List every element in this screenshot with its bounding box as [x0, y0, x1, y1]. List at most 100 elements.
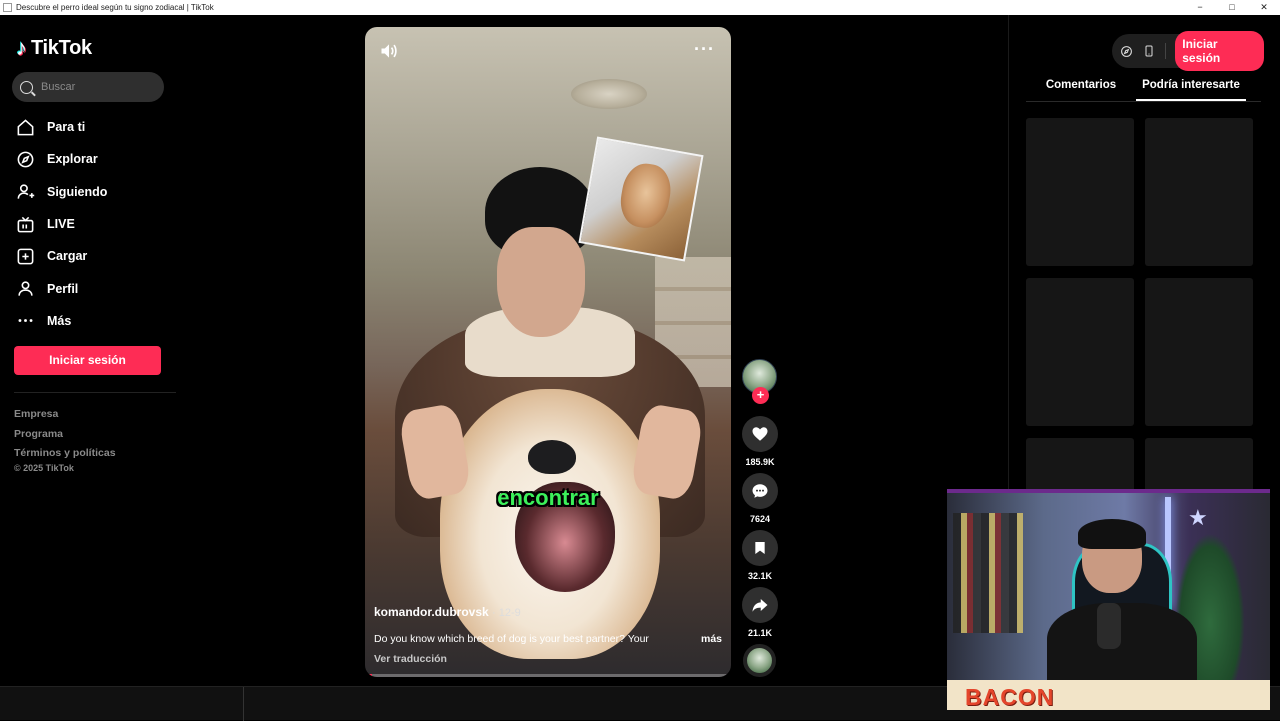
window-titlebar: Descubre el perro ideal según tu signo z… [0, 0, 1280, 15]
webcam-banner-text: BACON [965, 684, 1055, 710]
sidebar-divider [14, 392, 176, 393]
webcam-person-hair [1078, 519, 1146, 549]
nav-label: Explorar [47, 152, 98, 167]
following-icon [17, 184, 35, 199]
video-progress-bar[interactable] [365, 674, 731, 677]
share-icon [752, 599, 768, 612]
tiktok-logo[interactable]: ♪ TikTok [16, 35, 92, 61]
panel-tabs: Comentarios Podría interesarte [1026, 71, 1246, 101]
top-controls: Iniciar sesión [1112, 31, 1264, 71]
follow-plus-icon[interactable]: + [752, 387, 769, 404]
brand-name: TikTok [31, 36, 92, 59]
minimize-button[interactable]: − [1184, 0, 1216, 15]
like-action[interactable]: 185.9K [741, 416, 779, 467]
translate-button[interactable]: Ver traducción [374, 653, 724, 665]
nav-label: LIVE [47, 217, 75, 232]
search-icon [20, 80, 33, 94]
compass-icon [17, 151, 34, 168]
share-count: 21.1K [747, 628, 773, 638]
like-button[interactable] [742, 416, 778, 452]
recommendation-thumbnail[interactable] [1145, 278, 1253, 426]
tab-comentarios[interactable]: Comentarios [1026, 71, 1136, 101]
recommendation-thumbnail[interactable] [1145, 118, 1253, 266]
video-frame-face [497, 227, 585, 337]
more-icon [18, 319, 33, 323]
compass-icon[interactable] [1120, 44, 1134, 58]
search-input[interactable] [41, 81, 151, 93]
tiktok-note-icon: ♪ [16, 35, 27, 60]
heart-icon [752, 427, 768, 441]
top-login-button[interactable]: Iniciar sesión [1175, 31, 1264, 71]
login-button[interactable]: Iniciar sesión [14, 346, 161, 375]
nav-label: Para ti [47, 120, 86, 135]
video-info: komandor.dubrovsk · 12-9 Do you know whi… [374, 605, 724, 665]
profile-icon [18, 281, 33, 296]
live-icon [17, 216, 34, 232]
share-button[interactable] [742, 587, 778, 623]
nav-label: Más [47, 313, 72, 328]
comment-count: 7624 [749, 514, 771, 524]
video-frame-lamp [571, 79, 647, 109]
save-action[interactable]: 32.1K [741, 530, 779, 581]
phone-icon[interactable] [1143, 44, 1157, 58]
webcam-overlay: ★ BACON [947, 489, 1270, 710]
video-frame-dog-nose [528, 440, 576, 474]
video-frame-photo-card [578, 136, 704, 262]
video-options-icon[interactable]: ··· [694, 39, 715, 60]
close-button[interactable]: ✕ [1248, 0, 1280, 15]
nav-item-perfil[interactable]: Perfil [16, 272, 107, 304]
tabs-divider [1026, 101, 1261, 102]
video-caption-word: encontrar [497, 485, 599, 510]
sidebar: ♪ TikTok Para ti Explorar Siguiendo LIVE… [0, 15, 178, 685]
footer-links: Empresa Programa Términos y políticas [14, 405, 116, 464]
save-button[interactable] [742, 530, 778, 566]
nav-label: Perfil [47, 281, 79, 296]
search-box[interactable] [12, 72, 164, 102]
video-description-row: Do you know which breed of dog is your b… [374, 633, 724, 645]
video-frame-shiba [616, 160, 675, 232]
microphone-icon [1097, 603, 1121, 649]
home-icon [17, 118, 34, 136]
upload-icon [17, 248, 34, 265]
footer-link-terminos[interactable]: Términos y políticas [14, 444, 116, 464]
description-more-button[interactable]: más [701, 633, 722, 645]
video-player[interactable]: ··· encontrar komandor.dubrovsk · 12-9 D… [365, 27, 731, 677]
save-count: 32.1K [747, 571, 773, 581]
nav-label: Cargar [47, 249, 88, 264]
like-count: 185.9K [745, 457, 775, 467]
main-nav: Para ti Explorar Siguiendo LIVE Cargar P… [16, 111, 107, 337]
window-title: Descubre el perro ideal según tu signo z… [16, 3, 214, 12]
recommendation-thumbnail[interactable] [1026, 278, 1134, 426]
footer-link-empresa[interactable]: Empresa [14, 405, 116, 425]
app-icon [3, 3, 12, 12]
star-icon: ★ [1188, 505, 1208, 530]
nav-item-cargar[interactable]: Cargar [16, 240, 107, 272]
footer-link-programa[interactable]: Programa [14, 425, 116, 445]
nav-label: Siguiendo [47, 184, 108, 199]
recommendation-thumbnail[interactable] [1026, 118, 1134, 266]
video-author[interactable]: komandor.dubrovsk [374, 605, 489, 619]
controls-separator [1165, 43, 1167, 59]
copyright: © 2025 TikTok [14, 463, 74, 473]
volume-icon [381, 44, 397, 58]
tab-podria-interesarte[interactable]: Podría interesarte [1136, 71, 1246, 101]
share-action[interactable]: 21.1K [741, 587, 779, 638]
bookmark-icon [755, 542, 765, 554]
video-description: Do you know which breed of dog is your b… [374, 633, 649, 645]
volume-button[interactable] [379, 41, 399, 66]
nav-item-live[interactable]: LIVE [16, 208, 107, 240]
nav-item-mas[interactable]: Más [16, 305, 107, 337]
taskbar-separator [243, 687, 244, 721]
nav-item-explorar[interactable]: Explorar [16, 143, 107, 175]
music-disc[interactable] [743, 644, 776, 677]
comment-button[interactable] [742, 473, 778, 509]
creator-avatar[interactable]: + [742, 359, 777, 404]
maximize-button[interactable]: □ [1216, 0, 1248, 15]
webcam-banner: BACON [947, 680, 1270, 710]
video-date: · 12-9 [492, 607, 521, 619]
nav-item-para-ti[interactable]: Para ti [16, 111, 107, 143]
comment-action[interactable]: 7624 [741, 473, 779, 524]
nav-item-siguiendo[interactable]: Siguiendo [16, 176, 107, 208]
webcam-clothes-rack [953, 513, 1023, 633]
video-progress-fill [365, 674, 373, 677]
